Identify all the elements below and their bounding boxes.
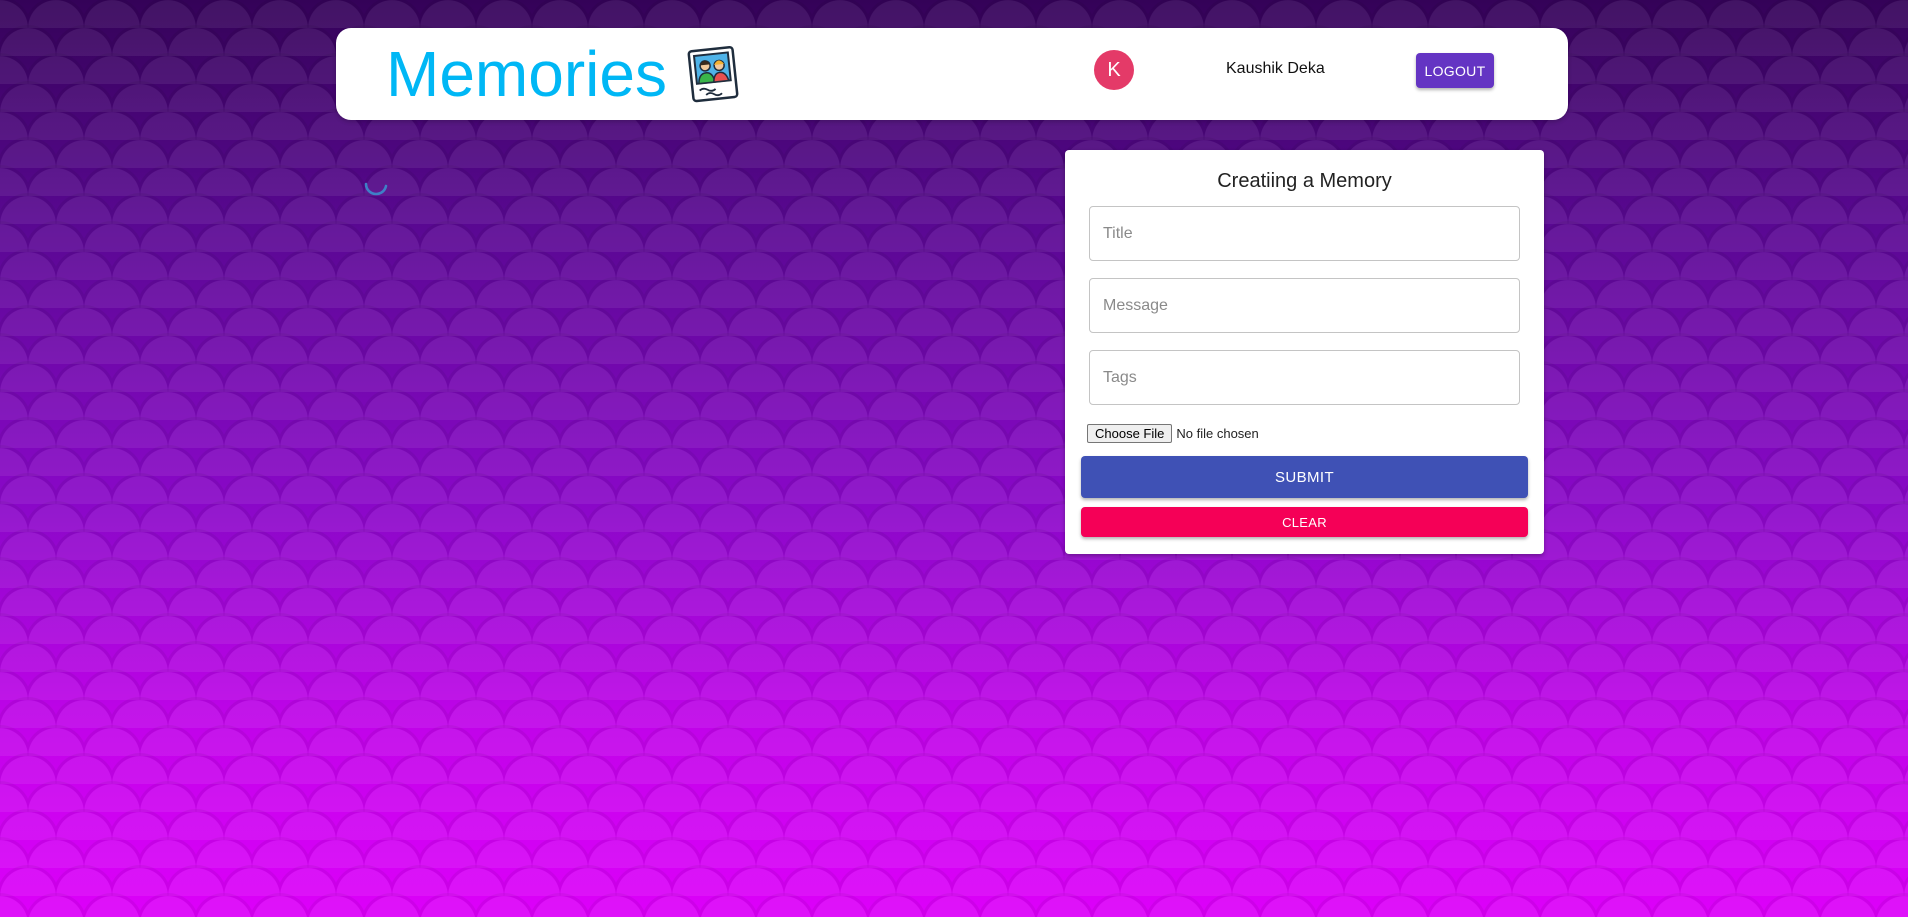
file-status: No file chosen [1176, 426, 1259, 441]
choose-file-button[interactable]: Choose File [1087, 424, 1173, 443]
form-title: Creatiing a Memory [1217, 170, 1392, 192]
submit-button[interactable]: SUBMIT [1081, 456, 1528, 498]
file-input[interactable]: Choose File No file chosen [1087, 424, 1259, 443]
tags-input[interactable] [1089, 350, 1520, 405]
clear-button[interactable]: CLEAR [1081, 507, 1528, 537]
photo-memories-icon [685, 44, 743, 104]
user-avatar: K [1094, 50, 1134, 90]
app-bar: Memories K Kaushik Deka LOGOUT [336, 28, 1568, 120]
brand[interactable]: Memories [386, 36, 743, 112]
avatar-initial: K [1107, 58, 1121, 81]
message-input[interactable] [1089, 278, 1520, 333]
loading-spinner-icon [364, 172, 388, 196]
brand-title[interactable]: Memories [386, 42, 667, 106]
logout-button[interactable]: LOGOUT [1416, 53, 1494, 88]
user-name: Kaushik Deka [1226, 60, 1325, 77]
memory-form-card: Creatiing a Memory Choose File No file c… [1065, 150, 1544, 554]
title-input[interactable] [1089, 206, 1520, 261]
